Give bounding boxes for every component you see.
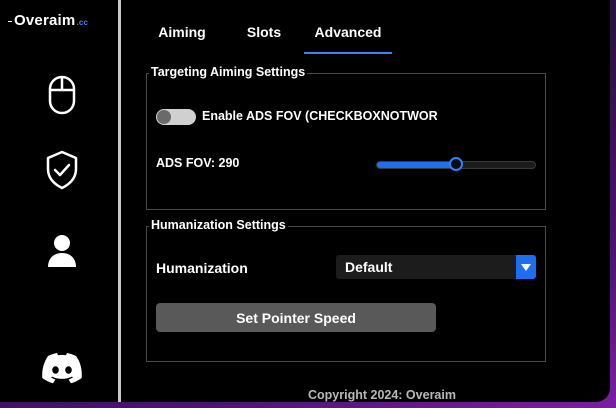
sidebar-divider: [118, 0, 121, 402]
humanization-settings-title: Humanization Settings: [149, 218, 288, 232]
humanization-label: Humanization: [156, 260, 248, 276]
user-icon: [48, 235, 76, 267]
ads-fov-toggle-label: Enable ADS FOV (CHECKBOXNOTWORKING): [202, 109, 437, 123]
logo-name: Overaim: [14, 12, 76, 29]
tab-slots[interactable]: Slots: [224, 18, 304, 54]
chevron-down-icon: [521, 263, 531, 271]
sidebar-item-security[interactable]: [40, 148, 84, 192]
tab-aiming[interactable]: Aiming: [140, 18, 224, 54]
ads-fov-toggle[interactable]: [156, 109, 196, 125]
shield-check-icon: [46, 150, 78, 190]
copyright-text: Copyright 2024: Overaim: [308, 388, 456, 402]
discord-icon: [42, 353, 82, 384]
sidebar-item-mouse[interactable]: [40, 73, 84, 117]
slider-thumb[interactable]: [449, 157, 463, 171]
sidebar: Overaim.cc: [0, 0, 118, 402]
targeting-settings-title: Targeting Aiming Settings: [149, 65, 308, 79]
logo-dash: [8, 20, 12, 22]
set-pointer-speed-button[interactable]: Set Pointer Speed: [156, 303, 436, 332]
slider-fill: [377, 162, 456, 168]
humanization-select[interactable]: Default: [336, 255, 536, 279]
logo-suffix: .cc: [76, 18, 89, 27]
ads-fov-slider[interactable]: [376, 157, 536, 171]
mouse-icon: [48, 75, 76, 115]
humanization-selected-value: Default: [345, 259, 393, 275]
targeting-settings-group: Targeting Aiming Settings Enable ADS FOV…: [146, 65, 546, 210]
tab-bar: Aiming Slots Advanced: [140, 18, 392, 54]
dropdown-arrow[interactable]: [516, 255, 536, 279]
humanization-settings-group: Humanization Settings Humanization Defau…: [146, 218, 546, 362]
app-window: Overaim.cc Aiming Slots Advanced Targeti…: [0, 0, 610, 402]
toggle-knob: [157, 110, 171, 124]
ads-fov-label: ADS FOV: 290: [156, 156, 240, 170]
sidebar-item-discord[interactable]: [40, 346, 84, 390]
tab-advanced[interactable]: Advanced: [304, 18, 392, 54]
sidebar-item-account[interactable]: [40, 229, 84, 273]
app-logo: Overaim.cc: [8, 12, 88, 29]
